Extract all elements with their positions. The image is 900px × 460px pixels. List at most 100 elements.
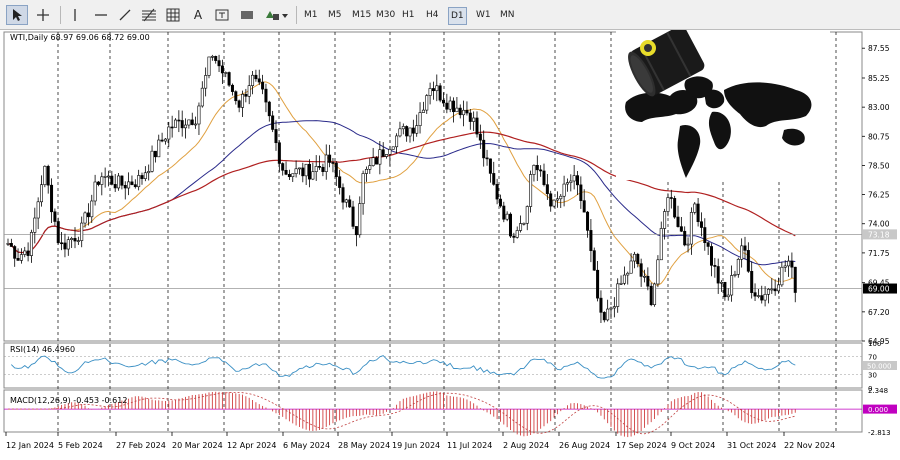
candle-body: [773, 288, 777, 292]
candle-body: [596, 269, 600, 299]
candle-body: [60, 242, 64, 245]
text-label-icon[interactable]: [211, 5, 233, 25]
vertical-line-icon[interactable]: [64, 5, 86, 25]
text-icon[interactable]: A: [187, 5, 209, 25]
candle-body: [703, 227, 707, 243]
timeframe-m1[interactable]: M1: [302, 7, 320, 23]
timeframe-d1[interactable]: D1: [448, 7, 467, 25]
candle-body: [130, 181, 134, 185]
timeframe-m5[interactable]: M5: [326, 7, 344, 23]
candle-body: [190, 119, 194, 125]
candle-body: [230, 84, 234, 92]
candle-body: [391, 146, 395, 150]
candle-body: [13, 246, 17, 259]
candle-body: [264, 88, 268, 103]
candle-body: [107, 175, 111, 178]
candle-body: [133, 184, 137, 188]
toolbar-separator: [296, 6, 297, 24]
candle-body: [495, 184, 499, 200]
candle-body: [458, 107, 462, 116]
rsi-header: RSI(14) 46.4960: [10, 345, 75, 354]
candle-body: [43, 165, 47, 186]
candle-body: [53, 211, 57, 222]
candle-body: [23, 250, 27, 255]
candle-body: [586, 211, 590, 231]
candle-body: [50, 184, 54, 213]
candle-body: [636, 253, 640, 264]
candle-body: [307, 163, 311, 180]
candle-body: [542, 170, 546, 185]
candle-body: [589, 230, 593, 251]
cursor-icon[interactable]: [6, 5, 28, 25]
timeframe-m15[interactable]: M15: [350, 7, 373, 23]
candle-body: [435, 85, 439, 92]
candle-body: [351, 206, 355, 227]
candle-body: [70, 238, 74, 240]
candle-body: [385, 154, 389, 157]
timeframe-w1[interactable]: W1: [474, 7, 493, 23]
candle-body: [726, 294, 730, 298]
candle-body: [666, 197, 670, 212]
candle-body: [793, 266, 797, 293]
rectangle-icon[interactable]: [236, 5, 258, 25]
candle-body: [368, 165, 372, 170]
candle-body: [321, 166, 325, 172]
candle-body: [683, 230, 687, 246]
candle-body: [234, 91, 238, 102]
date-label: 12 Apr 2024: [227, 441, 276, 450]
shapes-icon[interactable]: [262, 5, 290, 25]
candle-body: [505, 213, 509, 220]
timeframe-m30[interactable]: M30: [374, 7, 397, 23]
timeframe-h1[interactable]: H1: [400, 7, 417, 23]
date-label: 17 Sep 2024: [616, 441, 667, 450]
candle-body: [428, 88, 432, 96]
candle-body: [545, 184, 549, 195]
panel-frame: [3, 342, 863, 389]
macd-axis-label: -2.813: [868, 429, 891, 437]
fibonacci-icon[interactable]: [138, 5, 160, 25]
candle-body: [582, 200, 586, 213]
date-label: 22 Nov 2024: [784, 441, 835, 450]
date-label: 20 Mar 2024: [172, 441, 223, 450]
candle-body: [626, 272, 630, 276]
candle-body: [663, 211, 667, 229]
horizontal-line-icon[interactable]: [90, 5, 112, 25]
candle-body: [609, 307, 613, 310]
candle-body: [170, 126, 174, 129]
candle-body: [532, 164, 536, 175]
candle-body: [736, 258, 740, 275]
chart-area[interactable]: 87.55 85.25 83.00 80.75 78.50 76.25 74.00 71.75…: [0, 25, 900, 456]
candle-body: [110, 175, 114, 185]
candle-body: [716, 266, 720, 284]
crosshair-icon[interactable]: [32, 5, 54, 25]
candle-body: [254, 74, 258, 80]
candle-body: [579, 184, 583, 201]
candle-body: [485, 157, 489, 160]
candle-body: [686, 243, 690, 246]
candle-body: [39, 184, 43, 203]
candle-body: [284, 170, 288, 175]
candle-body: [709, 246, 713, 266]
rsi-axis-label: 70: [868, 354, 877, 362]
grid-icon[interactable]: [162, 5, 184, 25]
candle-body: [418, 112, 422, 126]
candle-body: [90, 200, 94, 218]
timeframe-h4[interactable]: H4: [424, 7, 441, 23]
candle-body: [197, 105, 201, 125]
candle-body: [301, 167, 305, 177]
candle-body: [237, 100, 241, 108]
candle-body: [482, 139, 486, 159]
candle-body: [153, 150, 157, 158]
candle-body: [673, 198, 677, 218]
trendline-icon[interactable]: [114, 5, 136, 25]
candle-body: [401, 126, 405, 130]
candle-body: [324, 154, 328, 172]
timeframe-mn[interactable]: MN: [498, 7, 517, 23]
candle-body: [431, 88, 435, 92]
candle-body: [83, 212, 87, 224]
candle-body: [646, 275, 650, 287]
macd-axis-label: 2.348: [868, 387, 888, 395]
price-label: 87.55: [868, 44, 890, 53]
candle-body: [96, 181, 100, 185]
macd-zero-label: 0.000: [868, 406, 888, 414]
